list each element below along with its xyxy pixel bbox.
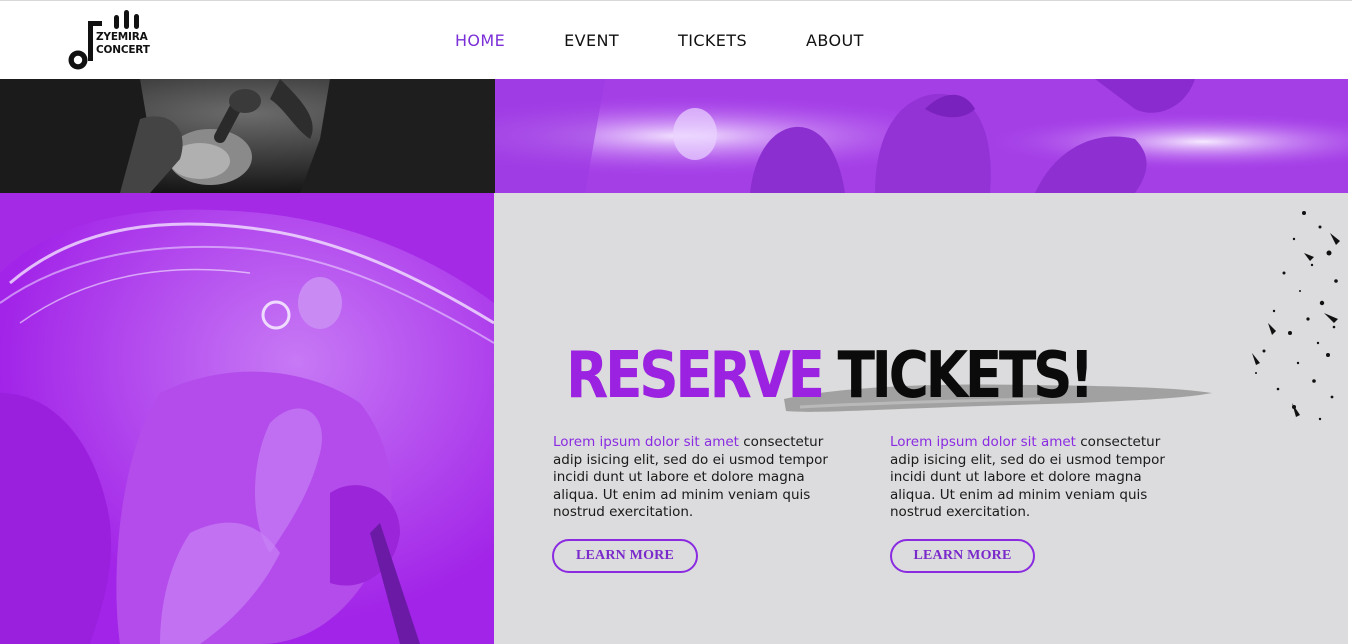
scrollbar[interactable] <box>1348 79 1352 644</box>
learn-more-button-2[interactable]: LEARN MORE <box>890 539 1035 573</box>
page-headline: RESERVE TICKETS! <box>566 339 1094 413</box>
column-2-lead[interactable]: Lorem ipsum dolor sit amet <box>890 434 1076 450</box>
header: ZYEMIRA CONCERT HOME EVENT TICKETS ABOUT <box>0 0 1352 79</box>
page: ZYEMIRA CONCERT HOME EVENT TICKETS ABOUT <box>0 0 1352 644</box>
logo[interactable]: ZYEMIRA CONCERT <box>66 9 150 73</box>
nav-about[interactable]: ABOUT <box>806 31 864 50</box>
info-column-1: Lorem ipsum dolor sit amet consectetur a… <box>553 434 843 522</box>
headline-reserve: RESERVE <box>566 339 825 413</box>
nav-event[interactable]: EVENT <box>564 31 619 50</box>
info-column-2: Lorem ipsum dolor sit amet consectetur a… <box>890 434 1180 522</box>
brand-name: ZYEMIRA CONCERT <box>96 31 150 57</box>
singer-purple-photo <box>0 193 494 644</box>
nav-home[interactable]: HOME <box>455 31 505 50</box>
brand-line-1: ZYEMIRA <box>96 31 148 43</box>
headline-tickets: TICKETS! <box>837 339 1094 413</box>
singer-microphone-photo <box>0 79 495 193</box>
main-nav: HOME EVENT TICKETS ABOUT <box>455 31 923 50</box>
crowd-purple-photo <box>495 79 1348 193</box>
column-1-lead[interactable]: Lorem ipsum dolor sit amet <box>553 434 739 450</box>
learn-more-button-1[interactable]: LEARN MORE <box>552 539 698 573</box>
brand-line-2: CONCERT <box>96 44 150 56</box>
ink-splatter <box>1252 211 1340 421</box>
nav-tickets[interactable]: TICKETS <box>678 31 747 50</box>
reserve-tickets-section: RESERVE TICKETS! Lorem ipsum dolor sit a… <box>494 193 1348 644</box>
